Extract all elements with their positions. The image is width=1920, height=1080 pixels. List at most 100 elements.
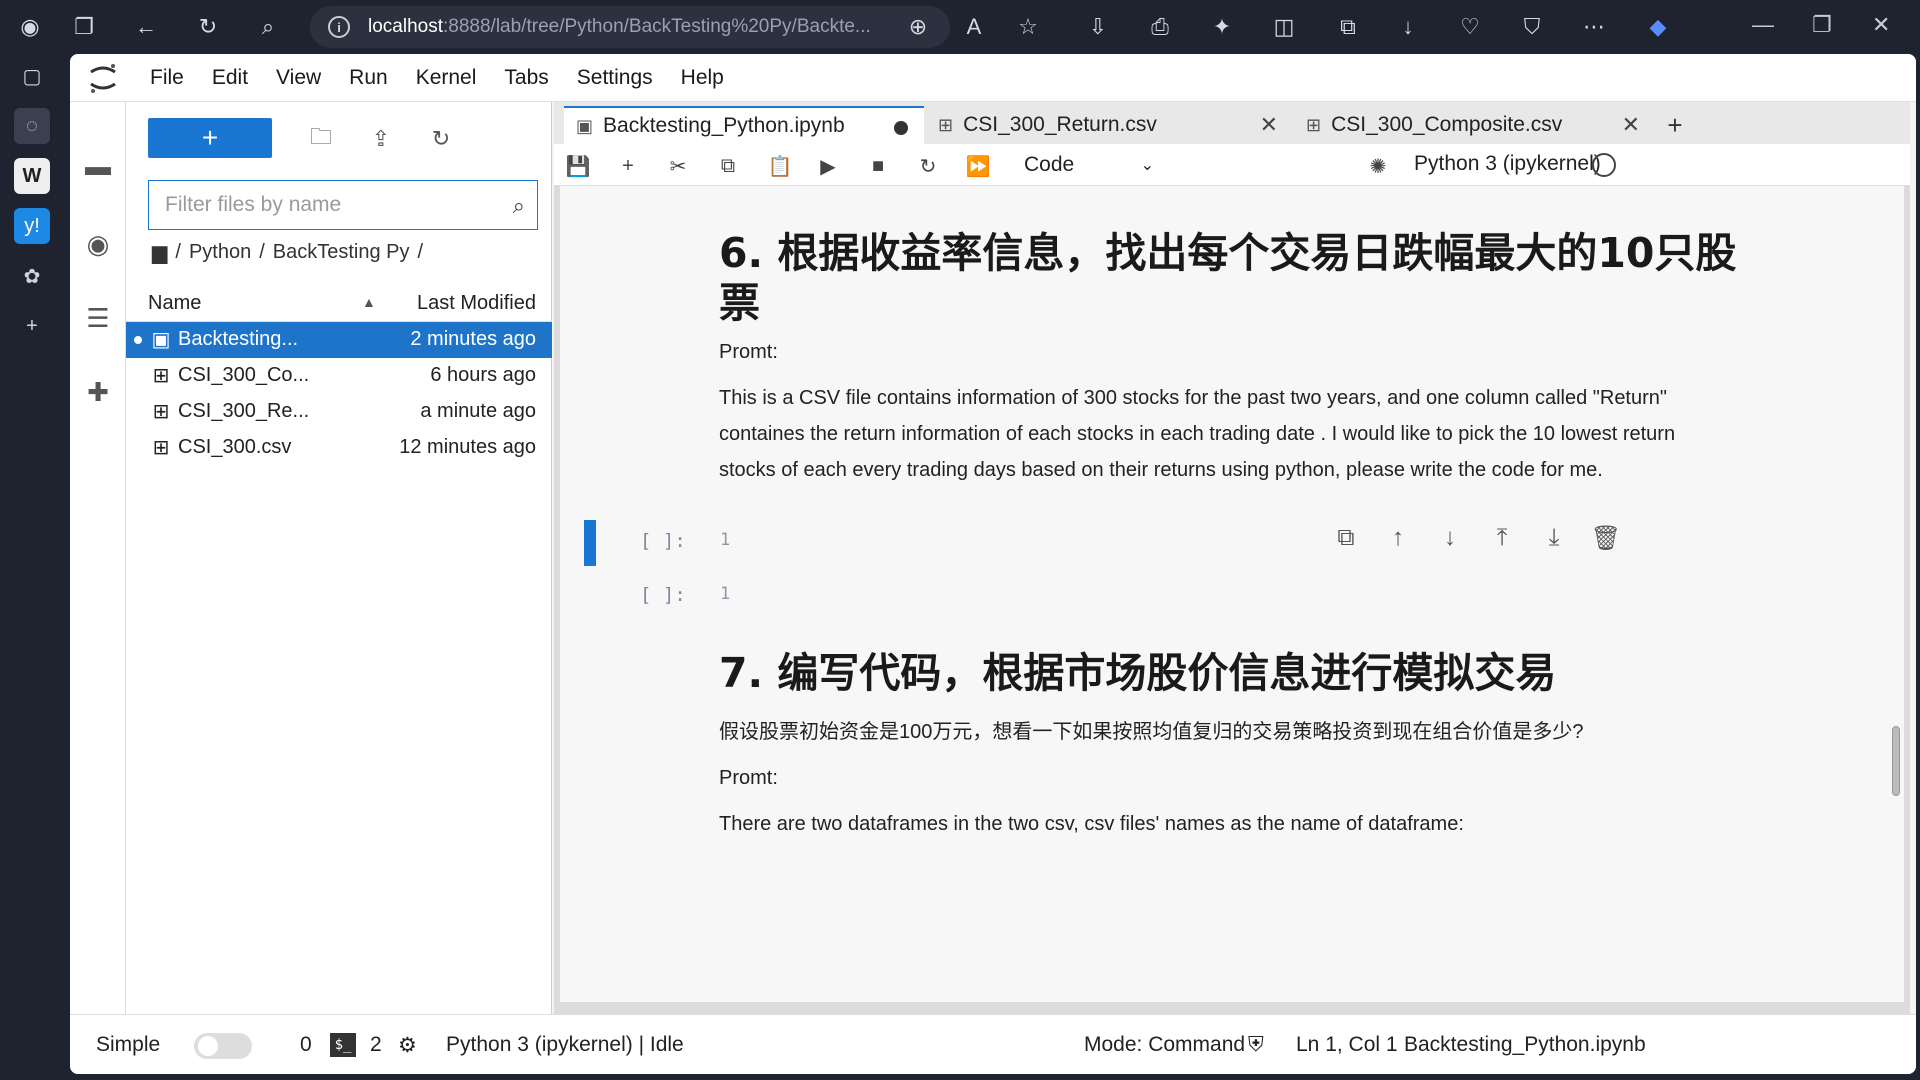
paste-icon[interactable]: 📋 bbox=[766, 152, 794, 180]
menu-file[interactable]: File bbox=[136, 66, 198, 90]
kernel-state[interactable]: Python 3 (ipykernel) | Idle bbox=[446, 1033, 684, 1057]
print-icon[interactable]: ⎙ bbox=[1142, 9, 1178, 45]
filter-files-input[interactable] bbox=[165, 193, 485, 217]
file-row[interactable]: ⊞ CSI_300_Co... 6 hours ago bbox=[126, 358, 552, 394]
close-icon[interactable]: ✕ bbox=[1260, 112, 1278, 138]
file-row[interactable]: ⊞ CSI_300.csv 12 minutes ago bbox=[126, 430, 552, 466]
insert-above-icon[interactable]: ⤒ bbox=[1476, 524, 1528, 553]
tab-actions-icon[interactable]: ❐ bbox=[66, 9, 102, 45]
breadcrumb-python[interactable]: Python bbox=[189, 241, 251, 264]
menu-kernel[interactable]: Kernel bbox=[402, 66, 491, 90]
unsaved-dot-icon[interactable] bbox=[894, 121, 908, 135]
kernel-count: 2 bbox=[370, 1033, 382, 1056]
profile-icon[interactable]: ◉ bbox=[12, 9, 48, 45]
wikipedia-tab-icon[interactable]: W bbox=[14, 158, 50, 194]
address-bar[interactable]: i localhost:8888/lab/tree/Python/BackTes… bbox=[310, 6, 950, 48]
breadcrumb-backtesting[interactable]: BackTesting Py bbox=[273, 241, 410, 264]
menu-settings[interactable]: Settings bbox=[563, 66, 667, 90]
table-of-contents-icon[interactable]: ☰ bbox=[78, 298, 118, 338]
favorite-icon[interactable]: ☆ bbox=[1010, 9, 1046, 45]
move-up-icon[interactable]: ↑ bbox=[1372, 524, 1424, 553]
search-icon[interactable]: ⌕ bbox=[250, 9, 286, 45]
menu-run[interactable]: Run bbox=[335, 66, 402, 90]
extensions-puzzle-icon[interactable]: ✚ bbox=[78, 372, 118, 412]
extensions-icon[interactable]: ✦ bbox=[1204, 9, 1240, 45]
read-aloud-icon[interactable]: A bbox=[956, 9, 992, 45]
menu-tabs[interactable]: Tabs bbox=[490, 66, 562, 90]
folder-icon[interactable]: ▬ bbox=[78, 146, 118, 186]
new-launcher-button[interactable]: + bbox=[148, 118, 272, 158]
terminal-icon[interactable]: $_ bbox=[330, 1033, 356, 1057]
insert-below-icon[interactable]: ⤓ bbox=[1528, 524, 1580, 553]
fast-forward-icon[interactable]: ⏩ bbox=[964, 152, 992, 180]
new-folder-icon[interactable]: 🗀 bbox=[306, 124, 336, 154]
menu-help[interactable]: Help bbox=[667, 66, 738, 90]
new-tab-icon[interactable]: + bbox=[14, 308, 50, 344]
stop-icon[interactable]: ■ bbox=[864, 152, 892, 180]
promt-text: There are two dataframes in the two csv,… bbox=[719, 813, 1464, 835]
file-list-header: Name ▲ Last Modified bbox=[126, 284, 552, 322]
move-down-icon[interactable]: ↓ bbox=[1424, 524, 1476, 553]
tab-composite-csv[interactable]: ⊞ CSI_300_Composite.csv ✕ bbox=[1294, 106, 1654, 144]
notebook-scrollbar[interactable] bbox=[1892, 726, 1900, 796]
split-screen-icon[interactable]: ◫ bbox=[1266, 9, 1302, 45]
debugger-bug-icon[interactable]: ✺ bbox=[1364, 152, 1392, 180]
tab-return-csv[interactable]: ⊞ CSI_300_Return.csv ✕ bbox=[926, 106, 1292, 144]
menu-edit[interactable]: Edit bbox=[198, 66, 262, 90]
openai-tab-icon[interactable]: ✿ bbox=[14, 258, 50, 294]
folder-root-icon[interactable]: ▆ bbox=[152, 240, 167, 265]
activity-bar: ▬ ◉ ☰ ✚ bbox=[70, 102, 126, 1014]
performance-icon[interactable]: ♡ bbox=[1452, 9, 1488, 45]
code-cell-active[interactable]: [ ]: 1 ⧉ ↑ ↓ ⤒ ⤓ 🗑 bbox=[560, 516, 1900, 566]
cell-type-value: Code bbox=[1024, 153, 1075, 176]
running-kernels-icon[interactable]: ◉ bbox=[78, 224, 118, 264]
sort-asc-icon[interactable]: ▲ bbox=[362, 294, 376, 310]
column-name[interactable]: Name bbox=[148, 292, 201, 315]
download-icon[interactable]: ⇩ bbox=[1080, 9, 1116, 45]
add-tab-icon[interactable]: + bbox=[1660, 110, 1690, 140]
save-icon[interactable]: 💾 bbox=[564, 152, 592, 180]
upload-icon[interactable]: ⇪ bbox=[366, 124, 396, 154]
file-row[interactable]: ▣ Backtesting... 2 minutes ago bbox=[126, 322, 552, 358]
minimize-icon[interactable]: — bbox=[1752, 12, 1774, 38]
zoom-icon[interactable]: ⊕ bbox=[900, 9, 936, 45]
refresh-icon[interactable]: ↻ bbox=[190, 9, 226, 45]
cell-type-select[interactable]: Code ⌄ bbox=[1024, 150, 1164, 180]
vertical-tabs-icon[interactable]: ▢ bbox=[14, 58, 50, 94]
jupyter-tab-icon[interactable]: ◌ bbox=[14, 108, 50, 144]
run-icon[interactable]: ▶ bbox=[814, 152, 842, 180]
browser-essentials-icon[interactable]: ⛉ bbox=[1514, 9, 1550, 45]
code-cell[interactable]: [ ]: 1 bbox=[560, 570, 1900, 620]
simple-mode-toggle[interactable] bbox=[194, 1033, 252, 1059]
menu-view[interactable]: View bbox=[262, 66, 335, 90]
delete-cell-icon[interactable]: 🗑 bbox=[1580, 524, 1632, 553]
close-icon[interactable]: ✕ bbox=[1622, 112, 1640, 138]
restart-icon[interactable]: ↻ bbox=[914, 152, 942, 180]
filter-files-field[interactable]: ⌕ bbox=[148, 180, 538, 230]
column-last-modified[interactable]: Last Modified bbox=[417, 292, 536, 315]
trusted-shield-icon[interactable]: ⛨ bbox=[1248, 1033, 1264, 1057]
more-icon[interactable]: ⋯ bbox=[1576, 9, 1612, 45]
menu-bar: File Edit View Run Kernel Tabs Settings … bbox=[70, 54, 1916, 102]
jupyterlab-window: File Edit View Run Kernel Tabs Settings … bbox=[70, 54, 1916, 1074]
file-row[interactable]: ⊞ CSI_300_Re... a minute ago bbox=[126, 394, 552, 430]
downloads-icon[interactable]: ↓ bbox=[1390, 9, 1426, 45]
table-icon: ⊞ bbox=[1306, 114, 1322, 135]
copilot-icon[interactable]: ◆ bbox=[1640, 9, 1676, 45]
collections-icon[interactable]: ⧉ bbox=[1330, 9, 1366, 45]
site-info-icon[interactable]: i bbox=[328, 16, 350, 38]
kernel-name[interactable]: Python 3 (ipykernel) bbox=[1414, 152, 1601, 176]
duplicate-cell-icon[interactable]: ⧉ bbox=[1320, 524, 1372, 553]
cpu-chip-icon[interactable]: ⚙ bbox=[398, 1033, 417, 1058]
back-icon[interactable]: ← bbox=[128, 9, 164, 45]
copy-icon[interactable]: ⧉ bbox=[714, 152, 742, 180]
notebook-panel[interactable]: 6. 根据收益率信息，找出每个交易日跌幅最大的10只股票 Promt: This… bbox=[554, 186, 1910, 1008]
refresh-files-icon[interactable]: ↻ bbox=[426, 124, 456, 154]
yahoo-tab-icon[interactable]: y! bbox=[14, 208, 50, 244]
tab-backtesting-notebook[interactable]: ▣ Backtesting_Python.ipynb bbox=[564, 106, 924, 144]
restore-icon[interactable]: ❐ bbox=[1812, 12, 1832, 38]
insert-cell-icon[interactable]: + bbox=[614, 152, 642, 180]
close-window-icon[interactable]: ✕ bbox=[1872, 12, 1890, 38]
cursor-position[interactable]: Ln 1, Col 1 bbox=[1296, 1033, 1398, 1057]
cut-icon[interactable]: ✂ bbox=[664, 152, 692, 180]
